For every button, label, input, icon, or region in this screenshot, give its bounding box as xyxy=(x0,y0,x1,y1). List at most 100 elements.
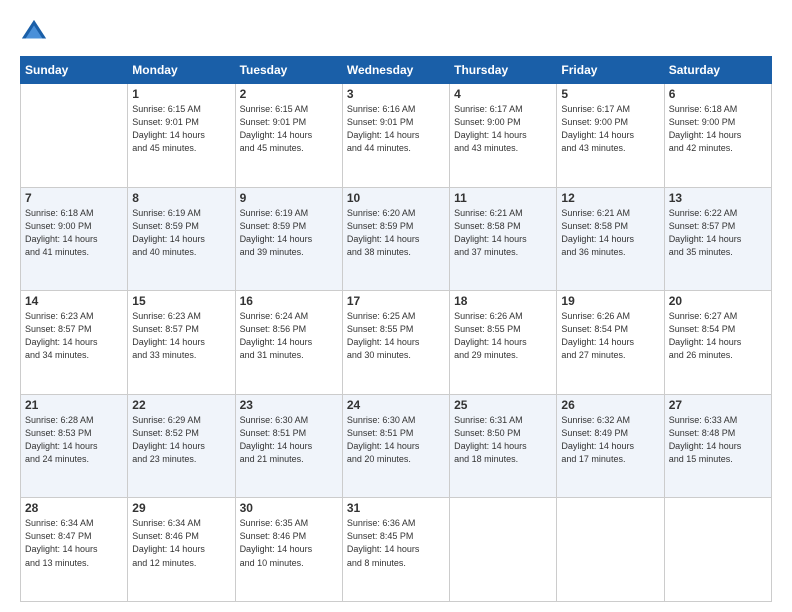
day-info: Sunrise: 6:29 AM Sunset: 8:52 PM Dayligh… xyxy=(132,414,230,466)
day-number: 19 xyxy=(561,294,659,308)
day-info: Sunrise: 6:21 AM Sunset: 8:58 PM Dayligh… xyxy=(454,207,552,259)
day-info: Sunrise: 6:33 AM Sunset: 8:48 PM Dayligh… xyxy=(669,414,767,466)
day-info: Sunrise: 6:24 AM Sunset: 8:56 PM Dayligh… xyxy=(240,310,338,362)
calendar-cell: 26 Sunrise: 6:32 AM Sunset: 8:49 PM Dayli… xyxy=(557,394,664,498)
calendar-cell: 18 Sunrise: 6:26 AM Sunset: 8:55 PM Dayli… xyxy=(450,291,557,395)
day-info: Sunrise: 6:23 AM Sunset: 8:57 PM Dayligh… xyxy=(132,310,230,362)
calendar-cell: 1 Sunrise: 6:15 AM Sunset: 9:01 PM Daylig… xyxy=(128,84,235,188)
day-number: 17 xyxy=(347,294,445,308)
day-info: Sunrise: 6:30 AM Sunset: 8:51 PM Dayligh… xyxy=(240,414,338,466)
day-info: Sunrise: 6:17 AM Sunset: 9:00 PM Dayligh… xyxy=(454,103,552,155)
calendar-cell: 27Sunrise: 6:33 AM Sunset: 8:48 PM Dayli… xyxy=(664,394,771,498)
day-number: 26 xyxy=(561,398,659,412)
calendar-cell: 6 Sunrise: 6:18 AM Sunset: 9:00 PM Daylig… xyxy=(664,84,771,188)
day-number: 20 xyxy=(669,294,767,308)
day-info: Sunrise: 6:26 AM Sunset: 8:54 PM Dayligh… xyxy=(561,310,659,362)
day-info: Sunrise: 6:22 AM Sunset: 8:57 PM Dayligh… xyxy=(669,207,767,259)
day-info: Sunrise: 6:20 AM Sunset: 8:59 PM Dayligh… xyxy=(347,207,445,259)
weekday-header: Monday xyxy=(128,57,235,84)
calendar-cell: 22 Sunrise: 6:29 AM Sunset: 8:52 PM Dayli… xyxy=(128,394,235,498)
calendar-cell: 31 Sunrise: 6:36 AM Sunset: 8:45 PM Dayli… xyxy=(342,498,449,602)
day-number: 30 xyxy=(240,501,338,515)
header xyxy=(20,18,772,46)
calendar-cell: 21 Sunrise: 6:28 AM Sunset: 8:53 PM Dayli… xyxy=(21,394,128,498)
calendar-cell: 9 Sunrise: 6:19 AM Sunset: 8:59 PM Daylig… xyxy=(235,187,342,291)
day-number: 11 xyxy=(454,191,552,205)
weekday-header: Tuesday xyxy=(235,57,342,84)
day-info: Sunrise: 6:26 AM Sunset: 8:55 PM Dayligh… xyxy=(454,310,552,362)
day-number: 5 xyxy=(561,87,659,101)
day-info: Sunrise: 6:25 AM Sunset: 8:55 PM Dayligh… xyxy=(347,310,445,362)
day-number: 12 xyxy=(561,191,659,205)
day-info: Sunrise: 6:16 AM Sunset: 9:01 PM Dayligh… xyxy=(347,103,445,155)
day-number: 15 xyxy=(132,294,230,308)
day-number: 6 xyxy=(669,87,767,101)
weekday-header: Sunday xyxy=(21,57,128,84)
day-number: 4 xyxy=(454,87,552,101)
calendar-cell: 23 Sunrise: 6:30 AM Sunset: 8:51 PM Dayli… xyxy=(235,394,342,498)
day-info: Sunrise: 6:27 AM Sunset: 8:54 PM Dayligh… xyxy=(669,310,767,362)
calendar-cell xyxy=(557,498,664,602)
calendar-cell: 20 Sunrise: 6:27 AM Sunset: 8:54 PM Dayli… xyxy=(664,291,771,395)
day-info: Sunrise: 6:31 AM Sunset: 8:50 PM Dayligh… xyxy=(454,414,552,466)
weekday-header: Wednesday xyxy=(342,57,449,84)
day-info: Sunrise: 6:35 AM Sunset: 8:46 PM Dayligh… xyxy=(240,517,338,569)
calendar-cell: 8 Sunrise: 6:19 AM Sunset: 8:59 PM Daylig… xyxy=(128,187,235,291)
day-number: 8 xyxy=(132,191,230,205)
day-number: 9 xyxy=(240,191,338,205)
calendar-cell: 5 Sunrise: 6:17 AM Sunset: 9:00 PM Daylig… xyxy=(557,84,664,188)
day-info: Sunrise: 6:17 AM Sunset: 9:00 PM Dayligh… xyxy=(561,103,659,155)
day-info: Sunrise: 6:18 AM Sunset: 9:00 PM Dayligh… xyxy=(669,103,767,155)
day-number: 3 xyxy=(347,87,445,101)
day-number: 10 xyxy=(347,191,445,205)
calendar-cell: 13 Sunrise: 6:22 AM Sunset: 8:57 PM Dayli… xyxy=(664,187,771,291)
day-info: Sunrise: 6:28 AM Sunset: 8:53 PM Dayligh… xyxy=(25,414,123,466)
page: SundayMondayTuesdayWednesdayThursdayFrid… xyxy=(0,0,792,612)
day-number: 25 xyxy=(454,398,552,412)
day-number: 24 xyxy=(347,398,445,412)
calendar-cell xyxy=(21,84,128,188)
calendar-cell xyxy=(664,498,771,602)
day-info: Sunrise: 6:18 AM Sunset: 9:00 PM Dayligh… xyxy=(25,207,123,259)
day-info: Sunrise: 6:36 AM Sunset: 8:45 PM Dayligh… xyxy=(347,517,445,569)
day-info: Sunrise: 6:21 AM Sunset: 8:58 PM Dayligh… xyxy=(561,207,659,259)
day-info: Sunrise: 6:19 AM Sunset: 8:59 PM Dayligh… xyxy=(132,207,230,259)
day-number: 31 xyxy=(347,501,445,515)
day-number: 13 xyxy=(669,191,767,205)
day-info: Sunrise: 6:34 AM Sunset: 8:46 PM Dayligh… xyxy=(132,517,230,569)
weekday-header: Friday xyxy=(557,57,664,84)
day-number: 2 xyxy=(240,87,338,101)
calendar-cell: 4 Sunrise: 6:17 AM Sunset: 9:00 PM Daylig… xyxy=(450,84,557,188)
day-info: Sunrise: 6:23 AM Sunset: 8:57 PM Dayligh… xyxy=(25,310,123,362)
weekday-header: Saturday xyxy=(664,57,771,84)
day-info: Sunrise: 6:30 AM Sunset: 8:51 PM Dayligh… xyxy=(347,414,445,466)
day-info: Sunrise: 6:15 AM Sunset: 9:01 PM Dayligh… xyxy=(240,103,338,155)
day-number: 22 xyxy=(132,398,230,412)
calendar-cell: 29Sunrise: 6:34 AM Sunset: 8:46 PM Dayli… xyxy=(128,498,235,602)
day-info: Sunrise: 6:15 AM Sunset: 9:01 PM Dayligh… xyxy=(132,103,230,155)
day-number: 18 xyxy=(454,294,552,308)
calendar-cell: 12 Sunrise: 6:21 AM Sunset: 8:58 PM Dayli… xyxy=(557,187,664,291)
calendar-cell: 2 Sunrise: 6:15 AM Sunset: 9:01 PM Daylig… xyxy=(235,84,342,188)
calendar-cell: 30 Sunrise: 6:35 AM Sunset: 8:46 PM Dayli… xyxy=(235,498,342,602)
calendar-cell: 7 Sunrise: 6:18 AM Sunset: 9:00 PM Daylig… xyxy=(21,187,128,291)
calendar-cell: 24 Sunrise: 6:30 AM Sunset: 8:51 PM Dayli… xyxy=(342,394,449,498)
calendar-cell: 28Sunrise: 6:34 AM Sunset: 8:47 PM Dayli… xyxy=(21,498,128,602)
day-number: 14 xyxy=(25,294,123,308)
calendar-cell: 11 Sunrise: 6:21 AM Sunset: 8:58 PM Dayli… xyxy=(450,187,557,291)
day-number: 23 xyxy=(240,398,338,412)
logo xyxy=(20,18,52,46)
day-number: 21 xyxy=(25,398,123,412)
calendar-cell: 10 Sunrise: 6:20 AM Sunset: 8:59 PM Dayli… xyxy=(342,187,449,291)
day-info: Sunrise: 6:32 AM Sunset: 8:49 PM Dayligh… xyxy=(561,414,659,466)
day-number: 1 xyxy=(132,87,230,101)
calendar: SundayMondayTuesdayWednesdayThursdayFrid… xyxy=(20,56,772,602)
logo-icon xyxy=(20,18,48,46)
day-number: 7 xyxy=(25,191,123,205)
calendar-cell xyxy=(450,498,557,602)
weekday-header: Thursday xyxy=(450,57,557,84)
calendar-cell: 25 Sunrise: 6:31 AM Sunset: 8:50 PM Dayli… xyxy=(450,394,557,498)
calendar-cell: 16Sunrise: 6:24 AM Sunset: 8:56 PM Dayli… xyxy=(235,291,342,395)
calendar-cell: 14 Sunrise: 6:23 AM Sunset: 8:57 PM Dayli… xyxy=(21,291,128,395)
day-info: Sunrise: 6:19 AM Sunset: 8:59 PM Dayligh… xyxy=(240,207,338,259)
